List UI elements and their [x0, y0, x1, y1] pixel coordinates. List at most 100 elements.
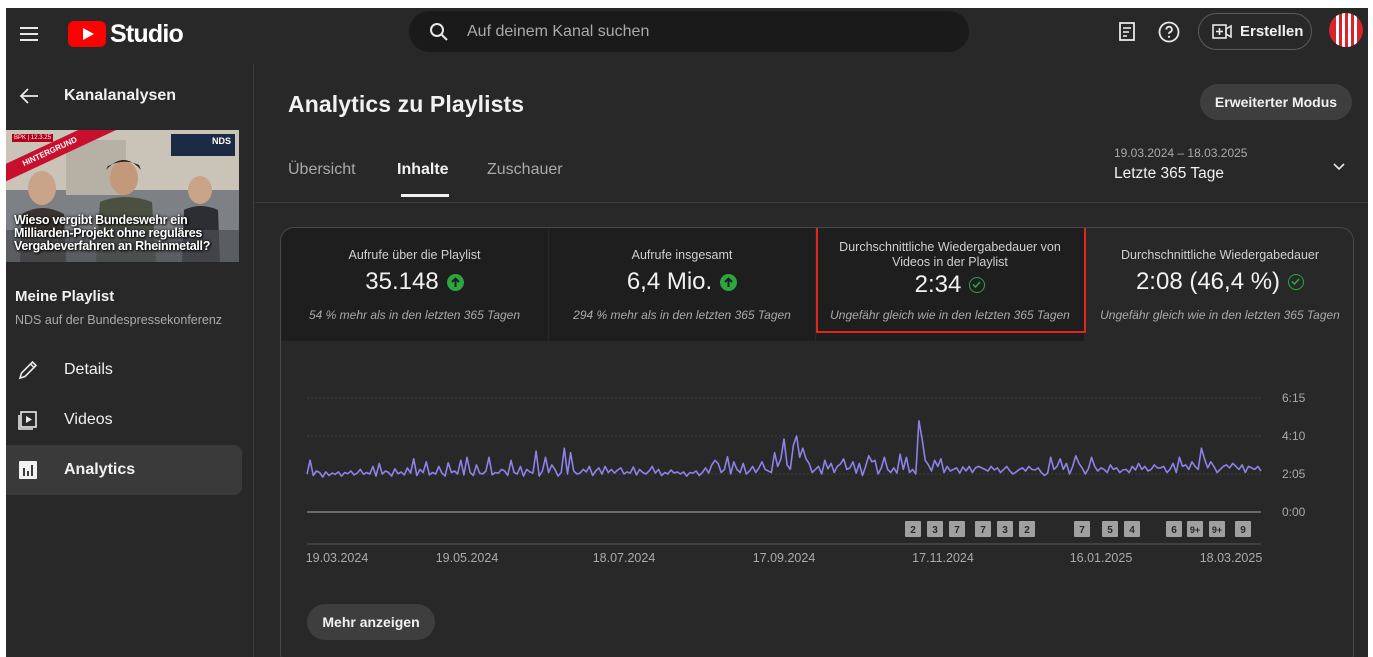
- pencil-icon: [17, 359, 39, 381]
- highlight-box: [816, 228, 1086, 333]
- date-range-label: Letzte 365 Tage: [1114, 165, 1225, 182]
- app-name: Studio: [110, 19, 184, 48]
- upload-marker[interactable]: 2: [1019, 521, 1035, 537]
- create-label: Erstellen: [1240, 23, 1304, 40]
- x-tick-label: 17.11.2024: [912, 551, 974, 563]
- metric-playlist-views[interactable]: Aufrufe über die Playlist 35.148 54 % me…: [281, 228, 548, 341]
- svg-text:6: 6: [1171, 525, 1177, 536]
- svg-text:5: 5: [1107, 525, 1113, 536]
- x-tick-label: 17.09.2024: [753, 551, 816, 563]
- tab-overview[interactable]: Übersicht: [288, 161, 356, 179]
- y-tick-label: 6:15: [1282, 391, 1306, 405]
- search-box[interactable]: [409, 11, 969, 52]
- check-circle-icon: [1288, 274, 1305, 290]
- metric-comparison: 294 % mehr als in den letzten 365 Tagen: [573, 308, 791, 322]
- chart-series-line: [306, 420, 1262, 478]
- sidebar-item-label: Details: [64, 361, 113, 378]
- sidebar-item-label: Videos: [64, 411, 113, 428]
- metric-label: Durchschnittliche Wiedergabedauer: [1120, 248, 1320, 262]
- analytics-icon: [17, 459, 39, 481]
- upload-marker[interactable]: 7: [975, 521, 991, 537]
- search-input[interactable]: [467, 22, 927, 41]
- x-tick-label: 16.01.2025: [1070, 551, 1133, 563]
- arrow-up-icon: [446, 273, 464, 291]
- upload-marker[interactable]: 2: [905, 521, 921, 537]
- x-tick-label: 18.07.2024: [593, 551, 656, 563]
- tab-content[interactable]: Inhalte: [397, 161, 449, 179]
- svg-text:4: 4: [1129, 525, 1135, 536]
- add-video-icon: [1212, 23, 1232, 41]
- metric-comparison: Ungefähr gleich wie in den letzten 365 T…: [1100, 308, 1340, 322]
- youtube-logo-icon: [68, 21, 106, 47]
- upload-marker[interactable]: 4: [1124, 521, 1140, 537]
- metric-value: 2:08 (46,4 %): [1135, 268, 1281, 295]
- arrow-up-icon: [720, 273, 738, 291]
- page-title: Analytics zu Playlists: [288, 91, 525, 117]
- create-button[interactable]: Erstellen: [1198, 13, 1312, 50]
- x-tick-label: 18.03.2025: [1200, 551, 1263, 563]
- playlist-title: Meine Playlist: [15, 288, 115, 305]
- metric-value: 35.148: [365, 268, 439, 295]
- svg-text:2: 2: [910, 525, 916, 536]
- upload-marker[interactable]: 6: [1166, 521, 1182, 537]
- upload-marker[interactable]: 9+: [1187, 521, 1203, 537]
- sidebar-item-details[interactable]: Details: [6, 345, 242, 395]
- upload-marker[interactable]: 9: [1235, 521, 1251, 537]
- svg-text:3: 3: [1002, 525, 1008, 536]
- feedback-icon[interactable]: [1116, 20, 1140, 44]
- top-bar: Studio Erstellen: [6, 8, 1368, 64]
- studio-window: Studio Erstellen Kana: [6, 8, 1368, 657]
- analytics-card: Aufrufe über die Playlist 35.148 54 % me…: [280, 227, 1354, 657]
- advanced-mode-button[interactable]: Erweiterter Modus: [1200, 84, 1352, 120]
- svg-text:9+: 9+: [1190, 525, 1200, 535]
- tab-audience[interactable]: Zuschauer: [487, 161, 563, 179]
- y-tick-label: 0:00: [1282, 505, 1306, 519]
- sidebar-item-label: Analytics: [64, 461, 136, 478]
- upload-marker[interactable]: 3: [997, 521, 1013, 537]
- svg-text:7: 7: [954, 525, 960, 536]
- studio-logo[interactable]: Studio: [68, 16, 184, 52]
- svg-text:9+: 9+: [1212, 525, 1222, 535]
- avatar[interactable]: [1329, 13, 1363, 47]
- show-more-button[interactable]: Mehr anzeigen: [307, 604, 435, 640]
- x-tick-label: 19.03.2024: [306, 551, 369, 563]
- chevron-down-icon: [1332, 160, 1346, 174]
- y-tick-label: 2:05: [1282, 467, 1306, 481]
- upload-marker[interactable]: 3: [927, 521, 943, 537]
- sidebar-item-analytics[interactable]: Analytics: [6, 445, 242, 495]
- svg-text:7: 7: [980, 525, 986, 536]
- tabs-divider: [255, 202, 1368, 203]
- metric-label: Aufrufe insgesamt: [631, 248, 733, 262]
- line-chart[interactable]: 0:00 2:05 4:10 6:15 2 3 7 7 3 2 7 5 4 6 9+ 9+ 9 19.03.2…: [281, 343, 1354, 563]
- y-tick-label: 4:10: [1282, 429, 1306, 443]
- metric-value: 6,4 Mio.: [626, 268, 713, 295]
- metric-comparison: 54 % mehr als in den letzten 365 Tagen: [308, 308, 521, 322]
- date-range-selector[interactable]: 19.03.2024 – 18.03.2025 Letzte 365 Tage: [1114, 146, 1358, 190]
- menu-icon[interactable]: [18, 22, 42, 46]
- date-range-span: 19.03.2024 – 18.03.2025: [1114, 146, 1248, 160]
- active-tab-indicator: [401, 194, 449, 197]
- sidebar-item-videos[interactable]: Videos: [6, 395, 242, 445]
- search-icon[interactable]: [429, 22, 449, 42]
- metric-total-views[interactable]: Aufrufe insgesamt 6,4 Mio. 294 % mehr al…: [549, 228, 815, 341]
- thumbnail-caption: Wieso vergibt Bundeswehr ein Milliarden-…: [14, 213, 211, 253]
- arrow-back-icon[interactable]: [18, 85, 40, 107]
- upload-marker[interactable]: 5: [1102, 521, 1118, 537]
- main-content: Analytics zu Playlists Erweiterter Modus…: [255, 64, 1368, 657]
- back-to-channel-analytics[interactable]: Kanalanalysen: [6, 76, 254, 116]
- thumbnail-brand: NDS: [211, 136, 231, 146]
- upload-marker[interactable]: 9+: [1209, 521, 1225, 537]
- metric-avg-view-duration[interactable]: Durchschnittliche Wiedergabedauer 2:08 (…: [1085, 228, 1353, 341]
- help-icon[interactable]: [1157, 20, 1181, 44]
- svg-text:3: 3: [932, 525, 938, 536]
- upload-marker[interactable]: 7: [949, 521, 965, 537]
- x-tick-label: 19.05.2024: [436, 551, 499, 563]
- metric-label: Aufrufe über die Playlist: [348, 248, 481, 262]
- svg-text:9: 9: [1240, 525, 1246, 536]
- upload-marker[interactable]: 7: [1074, 521, 1090, 537]
- sidebar: Kanalanalysen BPK | 12.3.25 HINTERGRUND …: [6, 64, 254, 657]
- svg-text:7: 7: [1079, 525, 1085, 536]
- playlist-thumbnail[interactable]: BPK | 12.3.25 HINTERGRUND NDS Wieso verg…: [6, 130, 239, 262]
- back-label: Kanalanalysen: [64, 87, 177, 104]
- thumbnail-date: BPK | 12.3.25: [12, 134, 53, 142]
